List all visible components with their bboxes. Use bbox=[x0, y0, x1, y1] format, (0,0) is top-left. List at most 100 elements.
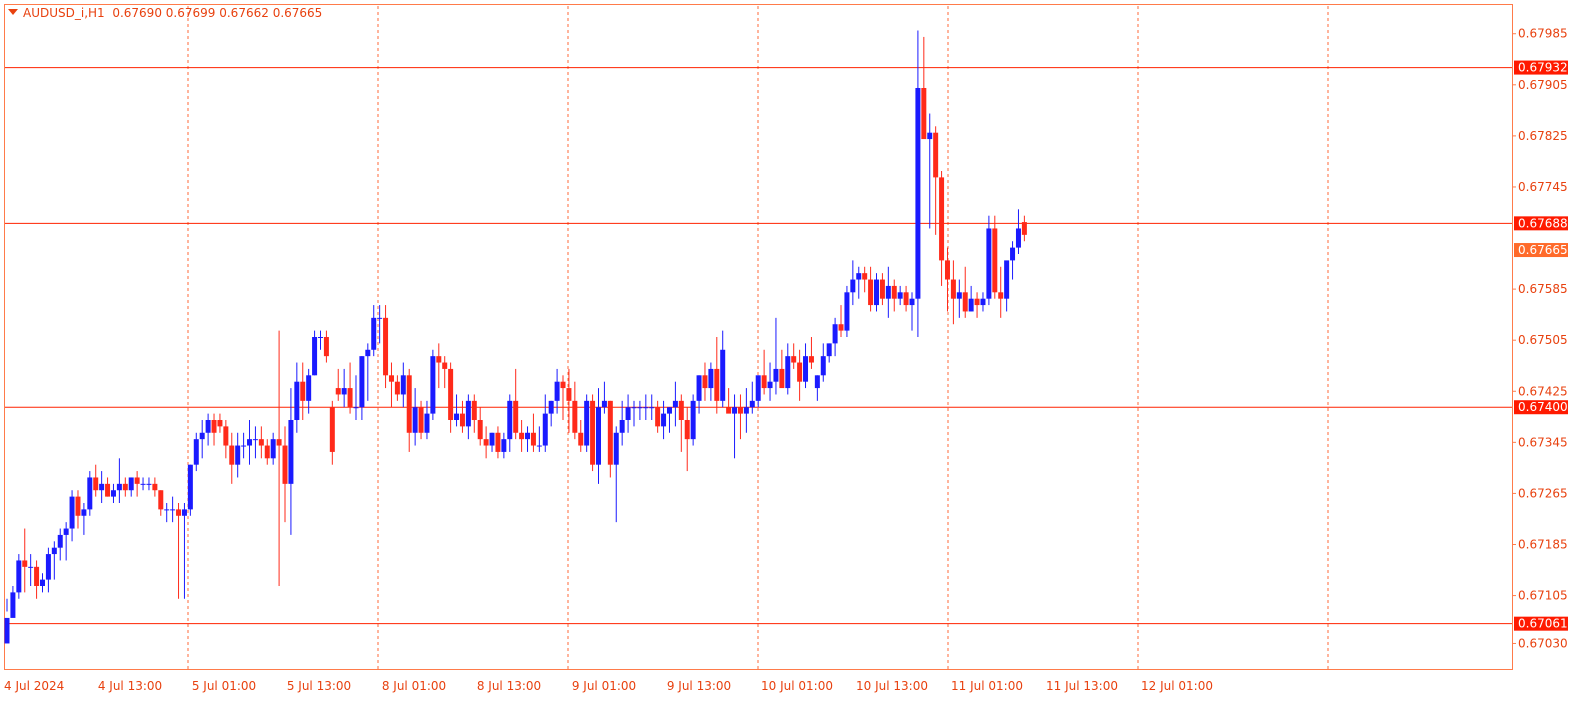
symbol-label: AUDUSD_i,H1 bbox=[23, 6, 105, 20]
y-tick-label: 0.67425 bbox=[1518, 384, 1568, 398]
candle-body bbox=[655, 407, 661, 427]
price-chart[interactable]: 0.67932 0.67688 0.67400 0.67061 0.67665 0.67… bbox=[0, 0, 1586, 708]
candle-body bbox=[483, 439, 489, 446]
candle-body bbox=[950, 279, 956, 299]
candle-body bbox=[536, 445, 542, 447]
symbol-header[interactable]: AUDUSD_i,H1 0.67690 0.67699 0.67662 0.67… bbox=[8, 6, 322, 20]
candle-body bbox=[312, 337, 318, 376]
y-tick-label: 0.67985 bbox=[1518, 27, 1568, 41]
candle-body bbox=[1015, 228, 1021, 248]
candle-body bbox=[755, 375, 761, 401]
low-value: 0.67662 bbox=[219, 6, 269, 20]
candle-body bbox=[761, 375, 767, 389]
candle-body bbox=[513, 400, 519, 433]
candle-body bbox=[773, 368, 779, 382]
candle-body bbox=[181, 509, 187, 516]
level-label: 0.67688 bbox=[1518, 216, 1568, 230]
time-axis[interactable]: 4 Jul 2024 4 Jul 13:00 5 Jul 01:00 5 Jul 13… bbox=[4, 679, 1213, 693]
candle-body bbox=[10, 592, 16, 618]
candle-body bbox=[879, 279, 885, 299]
candle-body bbox=[649, 407, 655, 409]
y-tick-label: 0.67265 bbox=[1518, 486, 1568, 500]
candle-body bbox=[737, 407, 743, 414]
price-axis[interactable]: 0.67985 0.67905 0.67825 0.67745 0.67585 0.675… bbox=[1512, 27, 1568, 651]
candle-body bbox=[921, 88, 927, 140]
candle-body bbox=[241, 445, 247, 447]
candle-body bbox=[365, 349, 371, 357]
candle-body bbox=[625, 407, 631, 420]
candle-body bbox=[170, 509, 176, 511]
x-tick-label: 10 Jul 13:00 bbox=[856, 679, 928, 693]
candle-body bbox=[832, 324, 838, 344]
y-tick-label: 0.67905 bbox=[1518, 78, 1568, 92]
x-tick-label: 5 Jul 13:00 bbox=[287, 679, 351, 693]
candle-body bbox=[158, 490, 164, 510]
candle-body bbox=[956, 292, 962, 299]
candle-body bbox=[968, 298, 974, 312]
candle-body bbox=[927, 132, 933, 140]
candle-body bbox=[329, 407, 335, 452]
candle-body bbox=[808, 356, 814, 363]
candle-body bbox=[702, 375, 708, 389]
collapse-triangle-icon[interactable] bbox=[8, 9, 18, 15]
candle-body bbox=[554, 381, 560, 401]
candle-body bbox=[359, 356, 365, 408]
candle-body bbox=[116, 483, 122, 491]
y-tick-label: 0.67185 bbox=[1518, 538, 1568, 552]
candle-body bbox=[779, 368, 785, 389]
y-tick-label: 0.67825 bbox=[1518, 129, 1568, 143]
candle-body bbox=[406, 375, 412, 433]
x-tick-label: 11 Jul 13:00 bbox=[1046, 679, 1118, 693]
candle-body bbox=[454, 413, 460, 420]
candle-body bbox=[187, 464, 193, 510]
candle-body bbox=[868, 279, 874, 306]
candle-body bbox=[637, 407, 643, 409]
candle-body bbox=[743, 407, 749, 414]
x-tick-label: 4 Jul 2024 bbox=[4, 679, 64, 693]
current-price-label: 0.67665 bbox=[1518, 243, 1568, 257]
candle-body bbox=[205, 420, 211, 433]
candle-body bbox=[4, 617, 10, 644]
candle-body bbox=[388, 375, 394, 382]
level-label: 0.67400 bbox=[1518, 400, 1568, 414]
candle-body bbox=[820, 356, 826, 376]
candle-body bbox=[530, 432, 536, 446]
candle-body bbox=[211, 420, 217, 433]
candle-body bbox=[690, 400, 696, 440]
candle-body bbox=[986, 228, 992, 299]
candle-body bbox=[874, 279, 880, 306]
candle-body bbox=[891, 285, 897, 299]
candle-body bbox=[601, 400, 607, 408]
x-tick-label: 11 Jul 01:00 bbox=[951, 679, 1023, 693]
level-label: 0.67061 bbox=[1518, 617, 1568, 631]
candle-body bbox=[323, 337, 329, 357]
candle-body bbox=[939, 177, 945, 261]
candle-body bbox=[749, 400, 755, 408]
y-tick-label: 0.67105 bbox=[1518, 589, 1568, 603]
candle-body bbox=[394, 381, 400, 395]
candle-body bbox=[335, 388, 341, 395]
candle-body bbox=[572, 400, 578, 433]
candle-body bbox=[844, 292, 850, 331]
candle-body bbox=[708, 368, 714, 389]
candle-body bbox=[672, 400, 678, 408]
candle-body bbox=[507, 400, 513, 440]
candle-body bbox=[122, 483, 128, 491]
candle-body bbox=[838, 324, 844, 331]
candle-body bbox=[300, 381, 306, 401]
candle-body bbox=[93, 477, 99, 491]
candle-body bbox=[791, 356, 797, 363]
candle-body bbox=[51, 547, 57, 555]
candle-body bbox=[666, 407, 672, 414]
candle-body bbox=[684, 420, 690, 440]
candle-body bbox=[915, 88, 921, 299]
candle-body bbox=[962, 292, 968, 312]
candle-body bbox=[75, 496, 81, 516]
candle-body bbox=[998, 292, 1004, 299]
candle-body bbox=[258, 439, 264, 446]
x-tick-label: 8 Jul 13:00 bbox=[477, 679, 541, 693]
candle-body bbox=[87, 477, 93, 510]
y-tick-label: 0.67030 bbox=[1518, 636, 1568, 650]
candle-body bbox=[306, 375, 312, 401]
x-tick-label: 5 Jul 01:00 bbox=[192, 679, 256, 693]
